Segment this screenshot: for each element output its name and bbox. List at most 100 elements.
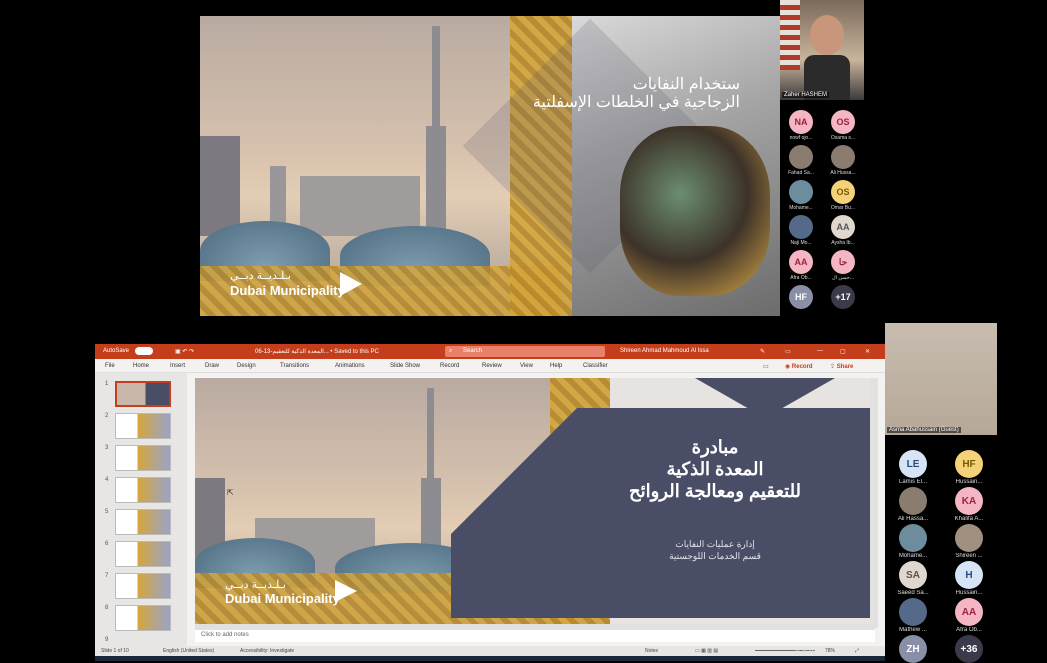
participant-name: Osama s... (830, 135, 856, 141)
participant-avatar[interactable]: HF (789, 285, 813, 309)
status-accessibility[interactable]: Accessibility: Investigate (240, 648, 294, 654)
status-slide-count: Slide 1 of 10 (101, 648, 129, 654)
status-language[interactable]: English (United States) (163, 648, 214, 654)
tab-classifier[interactable]: Classifier (583, 363, 608, 369)
participant-avatar[interactable] (789, 215, 813, 239)
fit-slide-icon[interactable]: ⤢ (855, 648, 859, 654)
participant-avatar[interactable]: NA (789, 110, 813, 134)
close-icon[interactable]: ✕ (865, 348, 870, 355)
participant-avatar[interactable]: LE (899, 450, 927, 478)
participant-avatar[interactable]: AA (789, 250, 813, 274)
tab-draw[interactable]: Draw (205, 363, 219, 369)
slide-subtitle-line1: إدارة عمليات النفايات (675, 539, 755, 549)
tab-help[interactable]: Help (550, 363, 562, 369)
presenter-name: Zaher HASHEM (782, 92, 830, 98)
tab-design[interactable]: Design (237, 363, 256, 369)
slide-canvas[interactable]: بـلـديــة دبــي Dubai Municipality مبادر… (195, 378, 875, 628)
participant-name: Fahad Sa... (788, 170, 814, 176)
participant-avatar[interactable] (899, 598, 927, 626)
slide-thumbnail[interactable] (115, 605, 171, 631)
slide-subtitle-line2: قسم الخدمات اللوجستية (669, 551, 761, 561)
view-normal-icon[interactable]: ▭ ▦ ▥ ▤ (695, 648, 718, 654)
participant-avatar[interactable]: AA (955, 598, 983, 626)
participant-avatar[interactable] (955, 524, 983, 552)
participant-avatar[interactable] (899, 524, 927, 552)
participant-avatar[interactable]: OS (831, 180, 855, 204)
participant-name: Mohame... (898, 553, 928, 559)
participant-avatar[interactable] (899, 487, 927, 515)
slide-thumbnails-pane: 1 2 3 4 5 6 7 8 9 (95, 373, 187, 649)
slide-thumbnail[interactable] (115, 445, 171, 471)
record-button[interactable]: ◉ Record (785, 363, 813, 370)
slide-thumbnail[interactable] (115, 509, 171, 535)
minimize-icon[interactable]: — (817, 348, 823, 354)
participant-avatar[interactable] (789, 180, 813, 204)
shared-slide-top: بـلـديــة دبــي Dubai Municipality ستخدا… (200, 16, 780, 316)
autosave-label[interactable]: AutoSave (103, 348, 129, 354)
tab-animations[interactable]: Animations (335, 363, 365, 369)
logo-arrow-icon (340, 272, 362, 296)
mouse-cursor-icon: ⇱ (227, 488, 234, 497)
vertical-scrollbar[interactable] (870, 378, 878, 628)
participant-name: Hussain... (955, 590, 983, 596)
participant-avatar[interactable]: +17 (831, 285, 855, 309)
windows-taskbar: 11:45 AM (95, 650, 885, 661)
comments-icon[interactable]: ▭ (763, 363, 769, 370)
guest-video[interactable]: Asma Abahussain (Guest) (885, 323, 997, 435)
tab-slide-show[interactable]: Slide Show (390, 363, 420, 369)
user-name[interactable]: Shireen Ahmad Mahmoud Al Issa (620, 348, 709, 354)
participant-avatar[interactable]: OS (831, 110, 855, 134)
participant-avatar[interactable]: KA (955, 487, 983, 515)
maximize-icon[interactable]: ▢ (840, 348, 846, 355)
status-zoom[interactable]: 78% (825, 648, 835, 654)
tab-record[interactable]: Record (440, 363, 459, 369)
participant-name: Ali Hassa... (897, 516, 929, 522)
slide-thumbnail[interactable] (115, 541, 171, 567)
logo-arrow-icon (335, 580, 357, 602)
thumbnail-number: 3 (105, 445, 109, 451)
top-slide-title-line2: الزجاجية في الخلطات الإسفلتية (532, 94, 740, 111)
participant-name: Mohame... (789, 205, 813, 211)
participant-name: Khalifa A... (954, 516, 984, 522)
tab-view[interactable]: View (520, 363, 533, 369)
participant-avatar[interactable]: SA (899, 561, 927, 589)
glass-shards-image (620, 126, 770, 296)
save-icon[interactable]: ▣ ↶ ↷ (175, 348, 194, 355)
slide-title-line2: المعدة الذكية (666, 459, 764, 479)
tower-base (426, 126, 446, 236)
share-button[interactable]: ⇪ Share (830, 363, 853, 370)
top-participant-grid: NA nowf ojo... OS Osama s... Fahad Sa... Ali … (780, 110, 864, 320)
pen-icon[interactable]: ✎ (760, 348, 765, 355)
participant-name: Aysha Ib... (831, 240, 855, 246)
thumbnail-number: 5 (105, 509, 109, 515)
status-bar: Slide 1 of 10 English (United States) Ac… (95, 646, 885, 656)
participant-name: Shireen ... (955, 553, 983, 559)
participant-name: Mathew ... (899, 627, 927, 633)
participant-avatar[interactable] (831, 145, 855, 169)
participant-avatar[interactable]: حا (831, 250, 855, 274)
participant-avatar[interactable]: H (955, 561, 983, 589)
tab-file[interactable]: File (105, 363, 115, 369)
participant-avatar[interactable]: ZH (899, 635, 927, 663)
participant-avatar[interactable]: AA (831, 215, 855, 239)
slide-thumbnail[interactable] (115, 573, 171, 599)
ribbon-display-icon[interactable]: ▭ (785, 348, 791, 355)
autosave-toggle[interactable] (135, 347, 153, 355)
file-title: المعدة الذكية للتعقيم-13-06... • Saved t… (255, 349, 379, 355)
participant-avatar[interactable]: +36 (955, 635, 983, 663)
presenter-video[interactable]: Zaher HASHEM (780, 0, 864, 100)
status-notes-button[interactable]: Notes (645, 648, 658, 654)
slide-thumbnail[interactable] (115, 413, 171, 439)
tab-transitions[interactable]: Transitions (280, 363, 309, 369)
participant-avatar[interactable]: HF (955, 450, 983, 478)
thumbnail-number: 6 (105, 541, 109, 547)
tab-review[interactable]: Review (482, 363, 502, 369)
slide-thumbnail[interactable] (115, 477, 171, 503)
tab-home[interactable]: Home (133, 363, 149, 369)
logo-english-text: Dubai Municipality (230, 283, 345, 298)
tab-insert[interactable]: Insert (170, 363, 185, 369)
participant-name: Naji Mo... (790, 240, 812, 246)
slide-thumbnail[interactable] (115, 381, 171, 407)
notes-pane[interactable]: Click to add notes (195, 630, 875, 642)
participant-avatar[interactable] (789, 145, 813, 169)
